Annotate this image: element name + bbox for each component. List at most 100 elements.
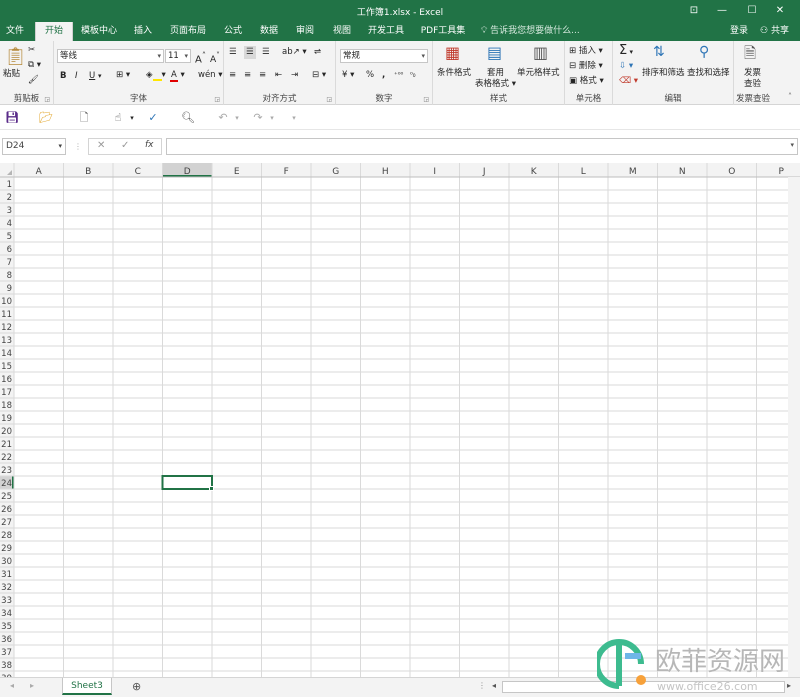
column-header[interactable]: M xyxy=(629,167,637,177)
tell-me-box[interactable]: 💡︎ 告诉我您想要做什么... xyxy=(481,22,580,41)
conditional-format-button[interactable]: 条件格式 xyxy=(437,68,471,79)
phonetic-icon[interactable]: wén ▾ xyxy=(198,70,223,81)
format-painter-icon[interactable]: 🖌︎ xyxy=(28,75,39,86)
autosum-button[interactable]: Σ ▾ xyxy=(619,44,633,59)
scroll-left-icon[interactable]: ◂ xyxy=(10,681,14,690)
align-bottom-icon[interactable]: ☰ xyxy=(262,47,270,58)
align-center-icon[interactable]: ≡ xyxy=(244,70,251,81)
login-link[interactable]: 登录 xyxy=(730,22,748,41)
grow-font-button[interactable]: A˄ xyxy=(195,50,206,65)
cell-styles-icon[interactable]: ▥ xyxy=(533,44,548,62)
chevron-down-icon[interactable]: ▾ xyxy=(124,110,140,126)
merge-center-icon[interactable]: ⊟ ▾ xyxy=(312,70,326,81)
row-header[interactable]: 2 xyxy=(7,193,12,203)
decrease-decimal-icon[interactable]: ⁰₀ xyxy=(410,70,416,81)
row-header[interactable]: 8 xyxy=(7,271,12,281)
comma-button[interactable]: , xyxy=(382,70,385,81)
spell-check-icon[interactable]: ✓ xyxy=(145,110,161,126)
row-header[interactable]: 16 xyxy=(1,375,12,385)
shrink-font-button[interactable]: A˅ xyxy=(210,50,220,66)
font-color-icon[interactable]: A ▾ xyxy=(170,70,185,82)
share-button[interactable]: ⚇ 共享 xyxy=(760,22,789,41)
insert-cells-button[interactable]: ⊞ 插入 ▾ xyxy=(569,46,603,57)
enter-icon[interactable]: ✓ xyxy=(121,140,129,151)
row-header[interactable]: 27 xyxy=(1,518,12,528)
format-as-table-l1[interactable]: 套用 xyxy=(487,68,504,79)
column-header[interactable]: D xyxy=(184,167,191,177)
format-cells-button[interactable]: ▣ 格式 ▾ xyxy=(569,76,604,87)
font-name-combo[interactable]: 等线 ▾ xyxy=(57,49,164,63)
row-header[interactable]: 19 xyxy=(1,414,12,424)
delete-cells-button[interactable]: ⊟ 删除 ▾ xyxy=(569,61,603,72)
paste-button[interactable]: 粘贴 xyxy=(3,69,20,80)
invoice-check-l1[interactable]: 发票 xyxy=(744,68,761,79)
ribbon-display-icon[interactable]: ⊡ xyxy=(686,3,702,19)
row-header[interactable]: 10 xyxy=(1,297,12,307)
row-header[interactable]: 9 xyxy=(7,284,12,294)
row-header[interactable]: 13 xyxy=(1,336,12,346)
increase-indent-icon[interactable]: ⇥ xyxy=(291,70,298,81)
print-preview-icon[interactable]: 🔍︎ xyxy=(180,110,196,126)
font-size-combo[interactable]: 11 ▾ xyxy=(165,49,191,63)
close-icon[interactable]: ✕ xyxy=(772,3,788,19)
cancel-icon[interactable]: ✕ xyxy=(97,140,105,151)
row-header[interactable]: 12 xyxy=(1,323,12,333)
row-header[interactable]: 11 xyxy=(1,310,12,320)
tab-pdf-tools[interactable]: PDF工具集 xyxy=(418,22,468,41)
column-header[interactable]: E xyxy=(234,167,240,177)
find-select-icon[interactable]: ⚲ xyxy=(699,44,709,60)
launcher-icon[interactable]: ◲ xyxy=(44,96,50,103)
column-header[interactable]: F xyxy=(284,167,289,177)
bold-button[interactable]: B xyxy=(60,71,66,82)
row-header[interactable]: 26 xyxy=(1,505,12,515)
scroll-right-icon[interactable]: ▸ xyxy=(30,681,34,690)
insert-function-button[interactable]: fx xyxy=(145,140,154,150)
format-as-table-l2[interactable]: 表格格式 ▾ xyxy=(475,79,516,90)
row-header[interactable]: 31 xyxy=(1,570,12,580)
tab-view[interactable]: 视图 xyxy=(327,22,357,41)
column-header[interactable]: B xyxy=(85,167,91,177)
percent-button[interactable]: % xyxy=(366,70,374,81)
tab-page-layout[interactable]: 页面布局 xyxy=(166,22,210,41)
row-header[interactable]: 4 xyxy=(7,219,12,229)
align-left-icon[interactable]: ≡ xyxy=(229,70,236,81)
row-header[interactable]: 38 xyxy=(1,661,12,671)
invoice-icon[interactable]: 🗎︎ xyxy=(744,45,756,62)
cut-icon[interactable]: ✂ xyxy=(28,45,35,56)
splitter-icon[interactable]: ⋮ xyxy=(478,681,486,690)
column-header[interactable]: O xyxy=(728,167,735,177)
sheet-tab[interactable]: Sheet3 xyxy=(62,678,112,695)
tab-developer[interactable]: 开发工具 xyxy=(363,22,409,41)
clear-icon[interactable]: ⌫ ▾ xyxy=(619,76,638,87)
italic-button[interactable]: I xyxy=(75,71,78,82)
row-header[interactable]: 15 xyxy=(1,362,12,372)
chevron-down-icon[interactable]: ▾ xyxy=(264,110,280,126)
row-header[interactable]: 25 xyxy=(1,492,12,502)
cell-grid[interactable]: A B C D E F G H I J K L M N O P 1 2 3 4 5 6 7 8 9 10 11 12 13 14 15 16 1… xyxy=(0,163,800,677)
align-middle-icon[interactable]: ☰ xyxy=(244,46,256,59)
wrap-text-icon[interactable]: ⇌ xyxy=(314,47,321,58)
hscroll-left-icon[interactable]: ◂ xyxy=(492,681,496,690)
column-header[interactable]: N xyxy=(679,167,686,177)
minimize-icon[interactable]: — xyxy=(714,3,730,19)
increase-decimal-icon[interactable]: ⁺⁰⁰ xyxy=(394,70,403,81)
column-header[interactable]: A xyxy=(36,167,43,177)
find-select-button[interactable]: 查找和选择 xyxy=(687,68,730,79)
tab-insert[interactable]: 插入 xyxy=(128,22,158,41)
splitter-icon[interactable]: ⋮ xyxy=(74,142,82,151)
row-header[interactable]: 22 xyxy=(1,453,12,463)
name-box[interactable]: D24 ▾ xyxy=(2,138,66,155)
row-header[interactable]: 17 xyxy=(1,388,12,398)
underline-button[interactable]: U xyxy=(89,71,95,82)
column-header[interactable]: C xyxy=(135,167,141,177)
tab-file[interactable]: 文件 xyxy=(0,22,30,41)
row-header[interactable]: 3 xyxy=(7,206,12,216)
column-header[interactable]: I xyxy=(433,167,436,177)
sort-filter-button[interactable]: 排序和筛选 xyxy=(642,68,685,79)
row-header[interactable]: 14 xyxy=(1,349,12,359)
row-header[interactable]: 30 xyxy=(1,557,12,567)
borders-icon[interactable]: ⊞ ▾ xyxy=(116,70,130,81)
fill-color-icon[interactable]: ◈ ▾ xyxy=(146,70,166,81)
align-top-icon[interactable]: ☰ xyxy=(229,47,237,58)
column-header[interactable]: H xyxy=(382,167,389,177)
